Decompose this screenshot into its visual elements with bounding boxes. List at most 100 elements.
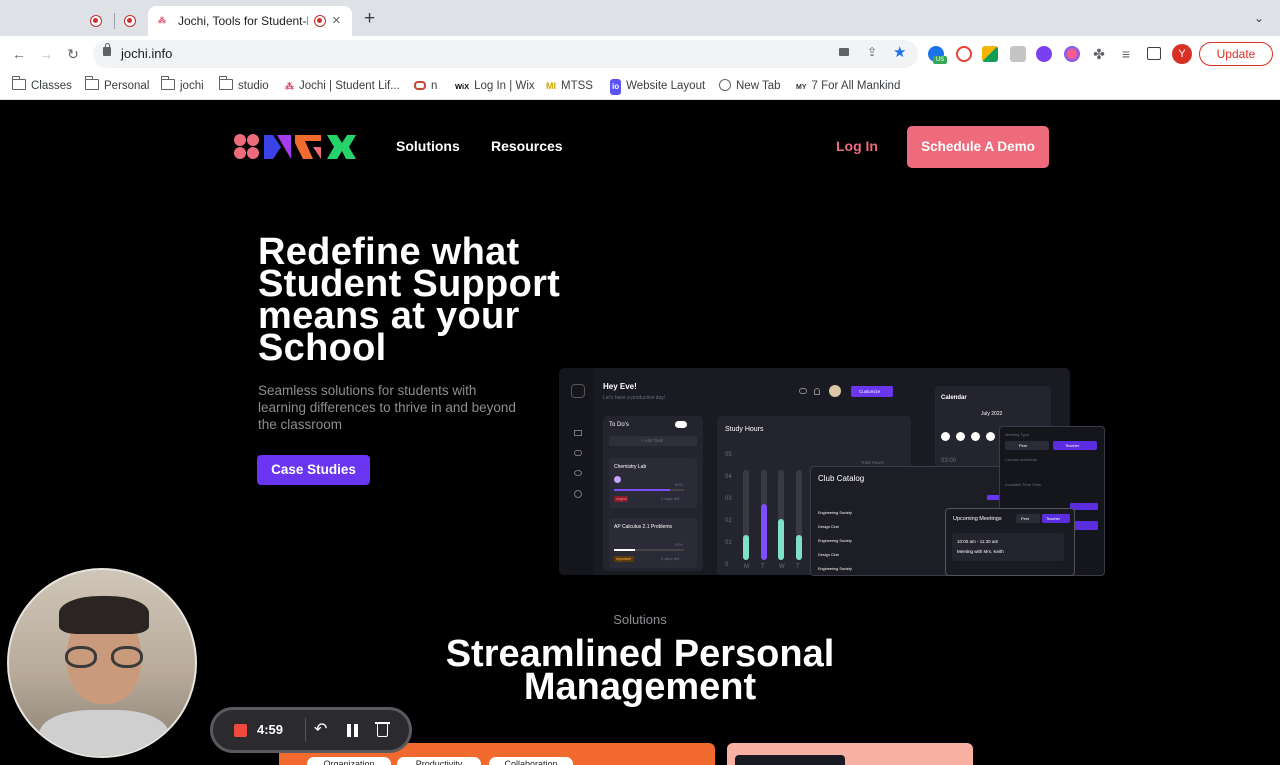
folder-icon xyxy=(84,76,99,90)
restart-icon[interactable]: ↶ xyxy=(314,719,327,739)
schedule-demo-button[interactable]: Schedule A Demo xyxy=(907,126,1049,168)
dash-greeting: Hey Eve! xyxy=(603,382,637,391)
stop-recording-button[interactable] xyxy=(234,724,247,737)
task-card: AP Calculus 2.1 Problems 30% Important 4… xyxy=(609,518,697,568)
bookmarks-bar: Classes Personal jochi studio ⁂ Jochi | S… xyxy=(0,72,1280,100)
hero-headline: Redefine what Student Support means at y… xyxy=(258,231,561,369)
study-bar xyxy=(795,535,802,560)
feature-card-peach xyxy=(727,743,973,765)
reading-list-icon[interactable]: ≡ xyxy=(1117,45,1135,63)
globe-icon xyxy=(719,79,731,91)
cloud-icon xyxy=(799,388,807,394)
pill-organization[interactable]: Organization xyxy=(307,757,391,765)
glasses-icon xyxy=(65,646,97,668)
jochi-logo[interactable] xyxy=(233,133,357,161)
folder-icon xyxy=(160,76,175,90)
new-tab-icon[interactable]: + xyxy=(364,8,375,30)
url-text: jochi.info xyxy=(121,46,173,61)
colorful-extension-icon[interactable] xyxy=(982,46,998,62)
back-arrow-icon[interactable]: ← xyxy=(10,45,28,63)
wix-icon: WiX xyxy=(455,82,470,91)
bookmark-mtss[interactable]: MI MTSS xyxy=(546,78,593,94)
case-studies-button[interactable]: Case Studies xyxy=(257,455,370,485)
profile-avatar[interactable]: Y xyxy=(1172,44,1192,64)
tab-divider xyxy=(114,13,115,29)
recording-tab-icon[interactable] xyxy=(124,15,136,27)
address-bar[interactable]: jochi.info ⇪ ★ xyxy=(93,40,918,68)
oracle-icon xyxy=(414,81,426,90)
avatar xyxy=(829,385,841,397)
todo-toggle xyxy=(675,421,687,428)
bell-icon xyxy=(814,388,820,395)
bookmark-personal[interactable]: Personal xyxy=(84,76,149,94)
io-icon: io xyxy=(610,79,622,95)
shirt xyxy=(39,710,169,756)
bookmark-wix[interactable]: WiX Log In | Wix xyxy=(455,78,535,94)
task-card: Chemistry Lab 80% Urgent 3 days left xyxy=(609,458,697,508)
my-icon: MY xyxy=(796,84,807,91)
pill-collaboration[interactable]: Collaboration xyxy=(489,757,573,765)
compass-icon xyxy=(574,470,582,476)
add-task-button: + Add Task xyxy=(609,436,697,446)
todo-panel: To Do's + Add Task Chemistry Lab 80% Urg… xyxy=(603,416,703,571)
dash-sidebar xyxy=(559,368,593,575)
login-link[interactable]: Log In xyxy=(836,138,878,154)
close-tab-icon[interactable]: × xyxy=(332,12,341,29)
study-bar xyxy=(760,504,767,560)
flower-extension-icon[interactable] xyxy=(1064,46,1080,62)
upcoming-meetings-card: Upcoming Meetings Peer Teacher 10:00 am … xyxy=(945,508,1075,576)
folder-icon xyxy=(11,76,26,90)
recording-indicator-icon xyxy=(314,15,326,27)
bookmark-website-layout[interactable]: io Website Layout xyxy=(610,78,705,95)
us-badge: US xyxy=(933,56,947,64)
webcam-overlay xyxy=(7,568,197,758)
recorder-controls: 4:59 ↶ xyxy=(210,707,412,753)
tab-title: Jochi, Tools for Student-Li xyxy=(178,14,308,28)
bookmark-n[interactable]: n xyxy=(414,78,437,94)
bookmark-star-icon[interactable]: ★ xyxy=(893,43,906,61)
study-bar xyxy=(778,519,784,560)
clock-icon xyxy=(574,490,582,498)
bookmark-jochi-student-life[interactable]: ⁂ Jochi | Student Lif... xyxy=(285,78,400,94)
solutions-eyebrow: Solutions xyxy=(613,612,667,627)
book-icon xyxy=(574,430,582,436)
jochi-logo-icon xyxy=(234,134,356,159)
nav-resources[interactable]: Resources xyxy=(491,138,563,154)
headset-icon xyxy=(574,450,582,456)
tab-strip: ⁂ Jochi, Tools for Student-Li × + ⌄ xyxy=(0,0,1280,36)
bookmark-7-for-all-mankind[interactable]: MY 7 For All Mankind xyxy=(796,78,900,94)
bookmark-jochi[interactable]: jochi xyxy=(160,76,204,94)
hair xyxy=(59,596,149,634)
reload-icon[interactable]: ↻ xyxy=(64,45,82,63)
c-extension-icon[interactable] xyxy=(956,46,972,62)
pill-productivity[interactable]: Productivity xyxy=(397,757,481,765)
customize-button: Customize xyxy=(851,386,893,397)
browser-toolbar: ← → ↻ jochi.info ⇪ ★ US ✤ ≡ Y Update xyxy=(0,36,1280,72)
mtss-icon: MI xyxy=(546,81,556,91)
share-icon[interactable]: ⇪ xyxy=(867,45,877,59)
pause-icon[interactable] xyxy=(347,724,351,737)
camera-icon[interactable] xyxy=(839,48,849,56)
study-bar xyxy=(743,535,749,560)
grey-extension-icon[interactable] xyxy=(1010,46,1026,62)
bookmark-classes[interactable]: Classes xyxy=(11,76,72,94)
forward-arrow-icon[interactable]: → xyxy=(37,45,55,63)
hero-subtext: Seamless solutions for students with lea… xyxy=(258,383,516,432)
folder-icon xyxy=(218,76,233,90)
update-button[interactable]: Update xyxy=(1199,42,1273,66)
bookmark-studio[interactable]: studio xyxy=(218,76,269,94)
bookmark-new-tab[interactable]: New Tab xyxy=(719,78,781,94)
dash-logo-icon xyxy=(571,384,585,398)
recording-tab-icon[interactable] xyxy=(90,15,102,27)
download-extension-icon[interactable] xyxy=(1036,46,1052,62)
tab-search-chevron-icon[interactable]: ⌄ xyxy=(1254,11,1264,25)
puzzle-extensions-icon[interactable]: ✤ xyxy=(1090,45,1108,63)
dash-tagline: Let's have a productive day! xyxy=(603,395,666,401)
trash-icon[interactable] xyxy=(377,724,388,737)
nav-solutions[interactable]: Solutions xyxy=(396,138,460,154)
active-tab[interactable]: ⁂ Jochi, Tools for Student-Li × xyxy=(148,6,352,36)
jochi-favicon-icon: ⁂ xyxy=(158,16,166,25)
recording-timer: 4:59 xyxy=(257,722,284,737)
side-panel-icon[interactable] xyxy=(1147,47,1161,60)
jochi-favicon-icon: ⁂ xyxy=(285,81,294,91)
